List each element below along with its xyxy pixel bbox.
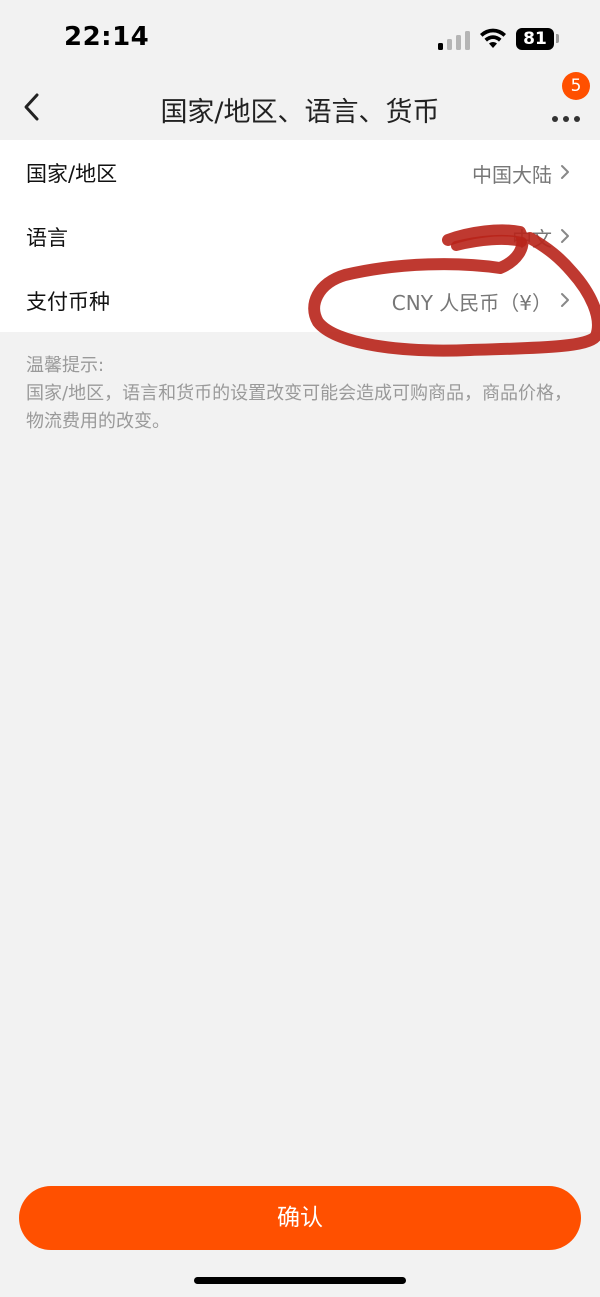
battery-cap xyxy=(556,34,559,43)
row-value: 中国大陆 xyxy=(472,163,552,187)
nav-bar: 国家/地区、语言、货币 xyxy=(0,76,600,140)
page-title: 国家/地区、语言、货币 xyxy=(160,97,440,128)
chevron-right-icon xyxy=(561,165,569,179)
status-bar: 22:14 81 xyxy=(0,0,600,76)
settings-row-currency[interactable]: 支付币种 CNY 人民币（¥） xyxy=(0,268,600,332)
home-indicator xyxy=(194,1277,406,1284)
more-dots-icon xyxy=(552,114,585,125)
hint-text: 温馨提示: 国家/地区，语言和货币的设置改变可能会造成可购商品，商品价格，物流费… xyxy=(26,352,578,436)
status-time: 22:14 xyxy=(64,22,150,52)
row-label: 支付币种 xyxy=(26,290,110,314)
settings-row-region[interactable]: 国家/地区 中国大陆 xyxy=(0,140,600,204)
settings-row-language[interactable]: 语言 中文 xyxy=(0,204,600,268)
notification-badge: 5 xyxy=(562,72,590,100)
row-label: 语言 xyxy=(26,226,68,250)
wifi-icon xyxy=(480,28,506,48)
confirm-button[interactable]: 确认 xyxy=(19,1186,581,1250)
hint-title: 温馨提示: xyxy=(26,355,105,376)
chevron-right-icon xyxy=(561,229,569,243)
row-value: CNY 人民币（¥） xyxy=(391,291,552,315)
row-label: 国家/地区 xyxy=(26,162,118,186)
chevron-right-icon xyxy=(561,293,569,307)
cellular-signal-icon xyxy=(438,30,470,50)
row-value: 中文 xyxy=(512,227,552,251)
battery-level: 81 xyxy=(516,28,554,50)
settings-list: 国家/地区 中国大陆 语言 中文 支付币种 CNY 人民币（¥） xyxy=(0,140,600,332)
hint-body: 国家/地区，语言和货币的设置改变可能会造成可购商品，商品价格，物流费用的改变。 xyxy=(26,383,573,432)
